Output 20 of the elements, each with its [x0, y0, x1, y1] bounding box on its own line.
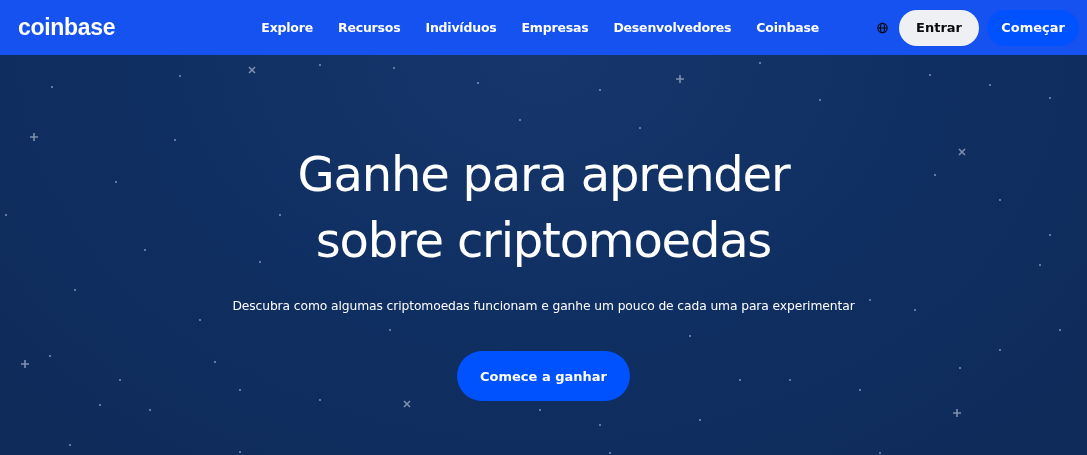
- nav-link[interactable]: Explore: [261, 20, 313, 35]
- globe-icon[interactable]: [877, 20, 888, 35]
- logo[interactable]: coinbase: [18, 14, 116, 41]
- start-earning-button[interactable]: Comece a ganhar: [457, 351, 630, 401]
- cross-icon: [248, 66, 256, 74]
- sign-up-button[interactable]: Começar: [987, 9, 1079, 46]
- nav-link[interactable]: Indivíduos: [425, 20, 497, 35]
- nav-link[interactable]: Empresas: [521, 20, 589, 35]
- plus-icon: [29, 132, 39, 142]
- sign-in-button[interactable]: Entrar: [898, 9, 980, 46]
- hero-title: Ganhe para aprender sobre criptomoedas: [297, 145, 790, 270]
- nav-link[interactable]: Coinbase: [756, 20, 819, 35]
- plus-icon: [20, 359, 30, 369]
- hero-subtitle: Descubra como algumas criptomoedas funcionam e ganhe um pouco de cada uma para experimentar: [232, 299, 855, 313]
- plus-icon: [675, 74, 685, 84]
- nav-link[interactable]: Recursos: [338, 20, 401, 35]
- cross-icon: [403, 400, 411, 408]
- nav-link[interactable]: Desenvolvedores: [613, 20, 732, 35]
- plus-icon: [952, 408, 962, 418]
- cross-icon: [958, 148, 966, 156]
